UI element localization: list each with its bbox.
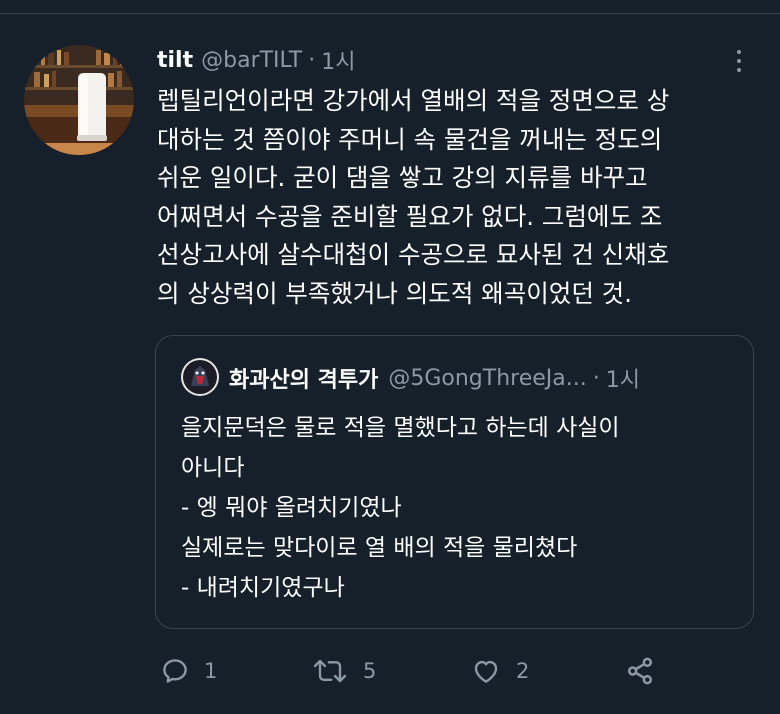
more-vertical-icon xyxy=(737,50,741,54)
share-button[interactable] xyxy=(624,648,656,694)
bar-photo-image xyxy=(24,45,134,155)
tweet-header: tilt @barTILT · 1시 xyxy=(157,42,355,78)
tweet-text-line: 대하는 것 쯤이야 주머니 속 물건을 꺼내는 정도의 xyxy=(157,124,663,154)
retweet-count: 5 xyxy=(363,659,377,683)
character-avatar-image xyxy=(181,358,219,396)
quoted-header: 화과산의 격투가 @5GongThreeJa... · 1시 xyxy=(229,358,739,398)
retweet-icon xyxy=(313,659,347,683)
quoted-text-line: 실제로는 맞다이로 열 배의 적을 물리쳤다 xyxy=(181,535,578,561)
heart-icon xyxy=(474,660,498,683)
quoted-author-handle: @5GongThreeJa... xyxy=(388,365,587,391)
more-options-button[interactable] xyxy=(728,44,750,78)
quoted-avatar[interactable] xyxy=(181,358,219,396)
tweet-text-line: 렙틸리언이라면 강가에서 열배의 적을 정면으로 상 xyxy=(157,86,670,115)
tweet-text-line: 어쩌면서 수공을 준비할 필요가 없다. 그럼에도 조 xyxy=(157,201,663,231)
retweet-button[interactable]: 5 xyxy=(311,648,376,694)
tweet-text-line: 쉬운 일이다. 굳이 댐을 쌓고 강의 지류를 바꾸고 xyxy=(157,163,648,193)
reply-button[interactable]: 1 xyxy=(160,648,217,694)
avatar[interactable] xyxy=(24,45,134,155)
quoted-separator-dot: · xyxy=(592,365,600,391)
share-icon xyxy=(627,657,653,685)
tweet-text-line: 선상고사에 살수대첩이 수공으로 묘사된 건 신채호 xyxy=(157,240,670,270)
quoted-author-name: 화과산의 격투가 xyxy=(229,368,379,393)
quoted-tweet-text: 을지문덕은 물로 적을 멸했다고 하는데 사실이 아니다 - 엥 뭐야 올려치기… xyxy=(181,408,741,608)
like-button[interactable]: 2 xyxy=(470,648,529,694)
separator-dot: · xyxy=(308,47,316,73)
quoted-text-line: 을지문덕은 물로 적을 멸했다고 하는데 사실이 xyxy=(181,415,620,441)
author-handle[interactable]: @barTILT xyxy=(201,48,302,73)
tweet-text-line: 의 상상력이 부족했거나 의도적 왜곡이었던 것. xyxy=(157,278,632,308)
quoted-timestamp: 1시 xyxy=(605,368,640,393)
like-count: 2 xyxy=(516,659,530,683)
quoted-text-line: - 엥 뭐야 올려치기였나 xyxy=(181,495,402,521)
quoted-tweet-card[interactable]: 화과산의 격투가 @5GongThreeJa... · 1시 을지문덕은 물로 … xyxy=(155,335,754,629)
reply-count: 1 xyxy=(204,659,218,683)
quoted-text-line: 아니다 xyxy=(181,455,245,481)
timestamp[interactable]: 1시 xyxy=(321,44,355,76)
tweet-text: 렙틸리언이라면 강가에서 열배의 적을 정면으로 상 대하는 것 쯤이야 주머니… xyxy=(157,82,767,314)
author-name[interactable]: tilt xyxy=(157,48,193,73)
action-bar: 1 5 2 xyxy=(0,648,780,694)
quoted-text-line: - 내려치기였구나 xyxy=(181,575,345,601)
reply-icon xyxy=(163,659,187,683)
top-divider xyxy=(0,13,780,14)
